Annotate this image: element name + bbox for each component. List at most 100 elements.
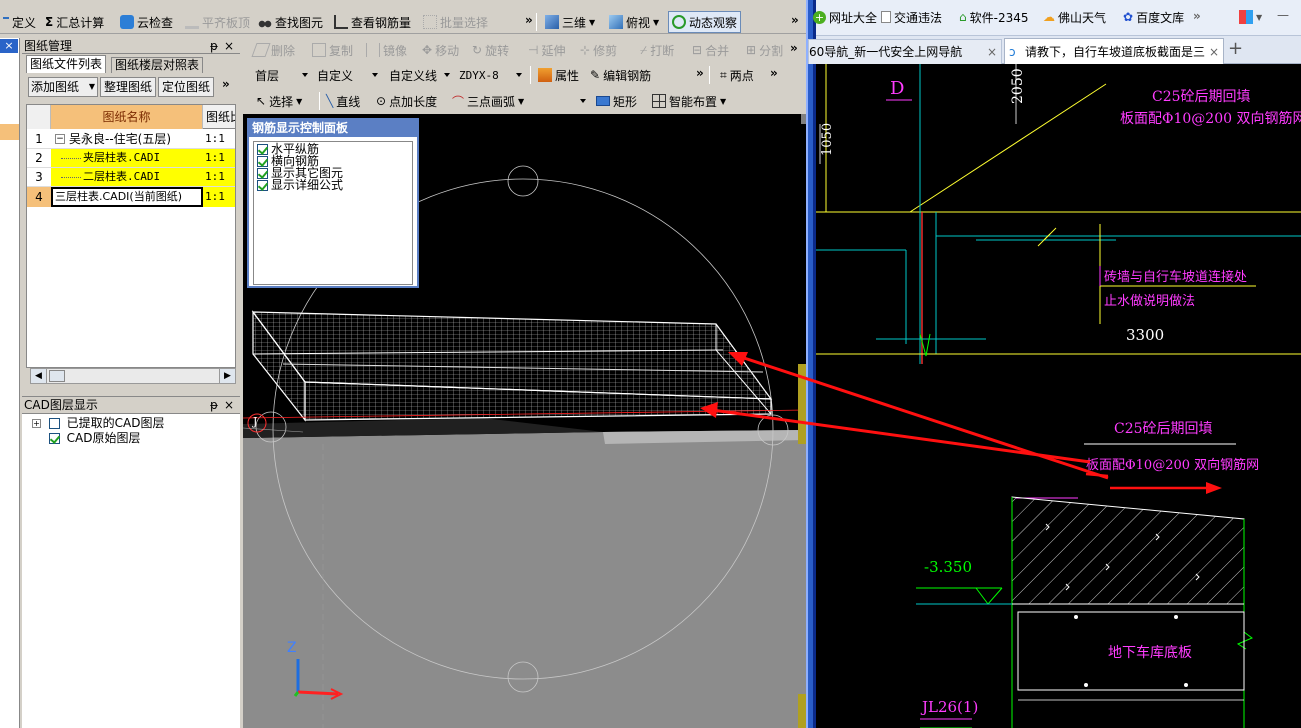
extend-button[interactable]: ⊣ 延伸 — [525, 40, 568, 60]
top-view-button[interactable]: 俯视 ▼ — [606, 12, 662, 32]
element-code-select[interactable]: ZDYX-8 — [455, 65, 525, 85]
table-row[interactable]: 3 二层柱表.CADI 1:1 — [27, 168, 235, 187]
select-button[interactable]: ↖ 选择 ▼ — [253, 91, 305, 111]
element-type-select[interactable]: 自定义 — [313, 65, 381, 85]
close-icon[interactable]: × — [224, 397, 234, 413]
rectangle-button[interactable]: 矩形 — [593, 91, 640, 111]
drawing-table-hscrollbar[interactable]: ◀ ▶ — [30, 368, 236, 384]
cad-dim-1050: 1050 — [820, 122, 835, 156]
cad-layer-item-extracted[interactable]: + 已提取的CAD图层 — [32, 416, 165, 430]
cad-layer-item-original[interactable]: CAD原始图层 — [32, 431, 141, 445]
copy-button[interactable]: 复制 — [309, 40, 356, 60]
mirror-button[interactable]: 镜像 — [363, 40, 410, 60]
toolbar1-overflow-button[interactable]: » — [522, 10, 536, 30]
close-icon[interactable]: × — [224, 38, 234, 54]
cloud-check-button[interactable]: 云检查 — [117, 12, 176, 32]
toolbar3-overflow-button[interactable]: » — [693, 63, 707, 83]
viewport-3d[interactable]: J Z 钢筋显示控制面板 水平纵筋 横向钢筋 显示其它图元 显示详细公式 — [243, 114, 806, 728]
browser-tabbar: 60导航_新一代安全上网导航 × ↄ 请教下，自行车坡道底板截面是三 × + — [808, 36, 1301, 65]
rebar-qty-icon — [334, 15, 348, 29]
drawing-mgmt-toolbar: 添加图纸 ▼ 整理图纸 定位图纸 » — [24, 76, 238, 98]
bookmark-software[interactable]: ⌂ 软件-2345 — [956, 7, 1032, 27]
find-element-button[interactable]: 查找图元 — [255, 12, 326, 32]
table-row[interactable]: 1 − 吴永良--住宅(五层) 1:1 — [27, 130, 235, 149]
pin-icon[interactable]: ᵽ — [210, 38, 218, 54]
edit-rebar-button[interactable]: ✎ 编辑钢筋 — [587, 65, 654, 85]
tab-drawing-file-list[interactable]: 图纸文件列表 — [26, 55, 107, 73]
checkbox[interactable] — [257, 156, 268, 167]
trim-button[interactable]: ⊹ 修剪 — [577, 40, 620, 60]
chevron-down-icon: ▼ — [88, 82, 95, 91]
table-row[interactable]: 2 夹层柱表.CADI 1:1 — [27, 149, 235, 168]
bookmarks-overflow-button[interactable]: » — [1190, 6, 1204, 26]
batch-select-button[interactable]: 批量选择 — [420, 12, 491, 32]
break-button[interactable]: ⌿ 打断 — [637, 40, 677, 60]
header-drawing-ratio[interactable]: 图纸比 — [204, 105, 235, 129]
toolbar2-overflow-button[interactable]: » — [787, 38, 801, 58]
dynamic-observe-button[interactable]: 动态观察 — [668, 11, 742, 33]
new-tab-button[interactable]: + — [1228, 38, 1243, 59]
three-d-button[interactable]: 三维 ▼ — [542, 12, 598, 32]
element-subtype-select[interactable]: 自定义线 — [385, 65, 453, 85]
bookmark-traffic[interactable]: 交通违法 — [878, 7, 945, 27]
checkbox[interactable] — [48, 418, 60, 429]
line-icon: ╲ — [326, 94, 334, 108]
drawing-toolbar-overflow-button[interactable]: » — [222, 77, 230, 91]
row-name: 三层柱表.CADI(当前图纸) — [51, 187, 203, 207]
organize-drawing-button[interactable]: 整理图纸 — [100, 77, 156, 97]
toolbar1-overflow2-button[interactable]: » — [788, 10, 802, 30]
scroll-right-icon[interactable]: ▶ — [219, 369, 235, 383]
minimize-icon[interactable]: — — [1274, 5, 1292, 25]
move-button[interactable]: ✥ 移动 — [419, 40, 462, 60]
properties-button[interactable]: 属性 — [535, 65, 582, 85]
bookmark-weather[interactable]: ☁ 佛山天气 — [1040, 7, 1109, 27]
split-button[interactable]: ⊞ 分割 — [743, 40, 786, 60]
pin-icon[interactable]: ᵽ — [210, 397, 218, 413]
bookmark-baidu-lib[interactable]: ✿ 百度文库 — [1120, 7, 1187, 27]
toolbar-separator — [536, 13, 537, 31]
binoculars-icon — [258, 15, 272, 29]
floor-select[interactable]: 首层 — [251, 65, 311, 85]
line-button[interactable]: ╲ 直线 — [323, 91, 363, 111]
apps-button[interactable]: ▼ — [1236, 7, 1265, 27]
rebar-option-formula[interactable]: 显示详细公式 — [254, 179, 412, 191]
bookmark-site-nav[interactable]: + 网址大全 — [810, 7, 880, 27]
checkbox[interactable] — [48, 433, 60, 444]
hidden-toolbar-sliver — [500, 0, 806, 10]
expand-icon[interactable]: + — [32, 419, 41, 428]
browser-tab-active[interactable]: ↄ 请教下，自行车坡道底板截面是三 × — [1004, 38, 1224, 65]
smart-layout-button[interactable]: 智能布置 ▼ — [649, 91, 729, 111]
cad-note2-line1: 砖墙与自行车坡道连接处 — [1104, 270, 1248, 285]
close-icon[interactable]: × — [987, 40, 997, 64]
header-drawing-name[interactable]: 图纸名称 — [51, 105, 203, 129]
row-ratio: 1:1 — [205, 151, 225, 164]
collapse-icon[interactable]: − — [55, 134, 65, 144]
arc-option-select[interactable] — [533, 91, 589, 111]
define-button[interactable]: 定义 — [0, 12, 39, 32]
pencil-icon: ✎ — [590, 68, 601, 82]
summary-calc-button[interactable]: Σ 汇总计算 — [42, 12, 107, 32]
close-icon[interactable]: × — [1209, 39, 1219, 65]
left-edge-close-button[interactable]: × — [0, 39, 18, 53]
table-row-current[interactable]: 4 三层柱表.CADI(当前图纸) 1:1 — [27, 187, 235, 207]
delete-button[interactable]: 删除 — [251, 40, 298, 60]
cad-dim-3300: 3300 — [1126, 326, 1165, 344]
toolbar3-overflow2-button[interactable]: » — [767, 63, 781, 83]
locate-drawing-button[interactable]: 定位图纸 — [158, 77, 214, 97]
checkbox[interactable] — [257, 168, 268, 179]
scroll-thumb[interactable] — [49, 370, 65, 382]
merge-button[interactable]: ⊟ 合并 — [689, 40, 732, 60]
view-rebar-qty-button[interactable]: 查看钢筋量 — [331, 12, 414, 32]
checkbox[interactable] — [257, 180, 268, 191]
rotate-button[interactable]: ↻ 旋转 — [469, 40, 512, 60]
browser-tab-nav[interactable]: 60导航_新一代安全上网导航 × — [808, 39, 1002, 64]
two-points-button[interactable]: ⌗ 两点 — [717, 65, 757, 85]
rotate-icon: ↻ — [472, 43, 483, 57]
scroll-left-icon[interactable]: ◀ — [31, 369, 47, 383]
checkbox[interactable] — [257, 144, 268, 155]
level-slab-top-button[interactable]: 平齐板顶 — [182, 12, 253, 32]
point-length-button[interactable]: ⊙ 点加长度 — [373, 91, 440, 111]
tab-drawing-floor-map[interactable]: 图纸楼层对照表 — [111, 57, 204, 73]
three-point-arc-button[interactable]: ⌒ 三点画弧 ▼ — [449, 91, 527, 111]
add-drawing-button[interactable]: 添加图纸 ▼ — [28, 77, 98, 97]
